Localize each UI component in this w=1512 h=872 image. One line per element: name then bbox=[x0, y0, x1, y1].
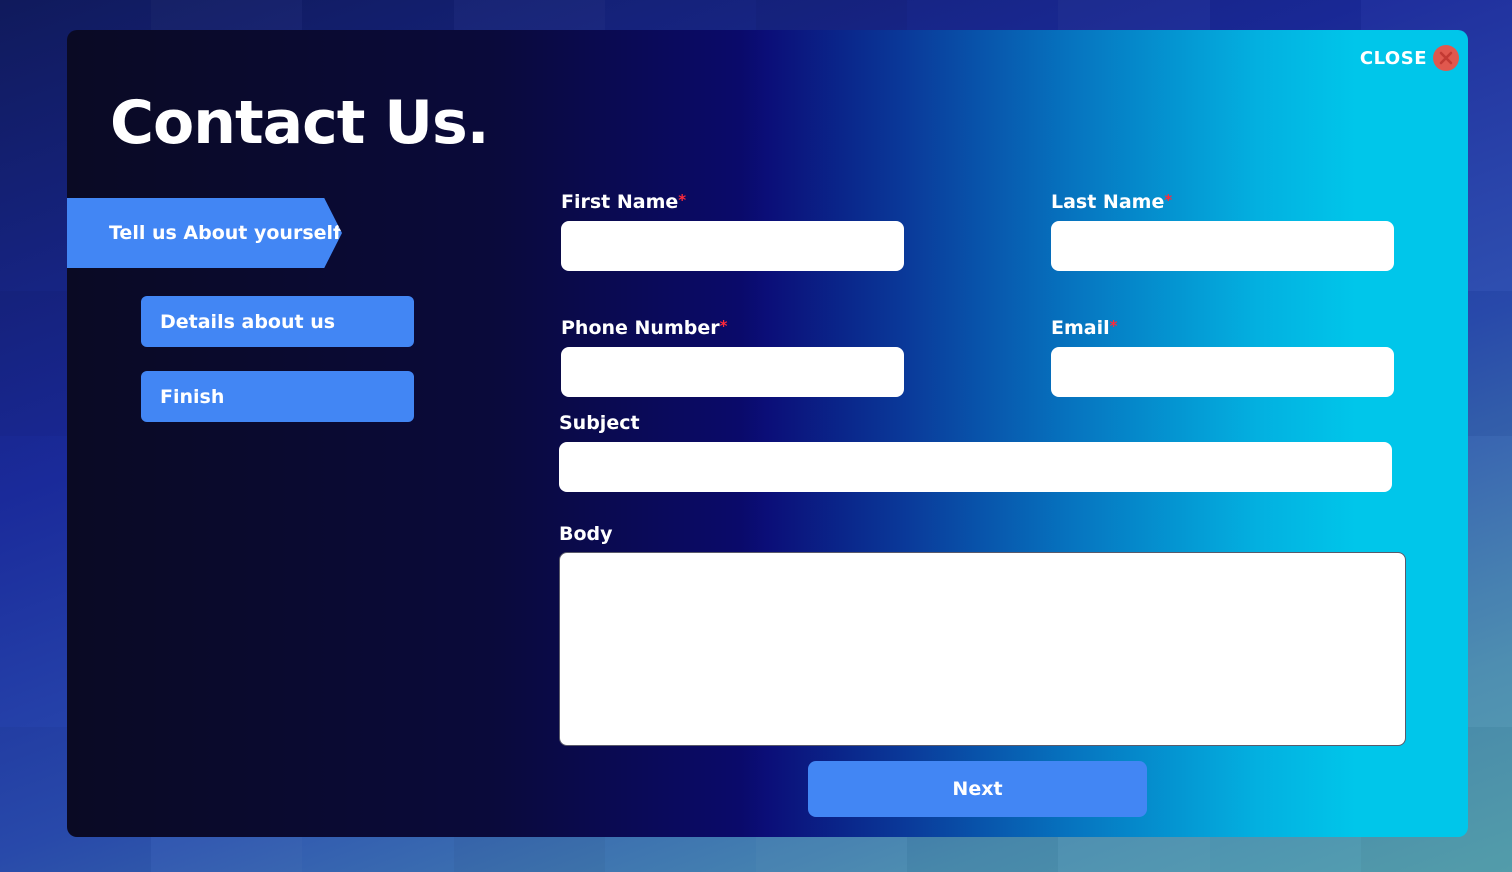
body-label: Body bbox=[559, 523, 613, 545]
close-circle-icon[interactable] bbox=[1433, 45, 1459, 71]
contact-dialog: CLOSE Contact Us. Tell us About yourself… bbox=[67, 30, 1468, 837]
step-label: Finish bbox=[160, 385, 225, 408]
required-marker: * bbox=[1164, 191, 1173, 209]
last-name-field[interactable] bbox=[1051, 221, 1394, 271]
step-finish[interactable]: Finish bbox=[141, 371, 414, 422]
required-marker: * bbox=[1109, 317, 1118, 335]
email-field[interactable] bbox=[1051, 347, 1394, 397]
close-button[interactable]: CLOSE bbox=[1360, 45, 1459, 71]
step-tell-us-about-yourself[interactable]: Tell us About yourself bbox=[67, 198, 342, 268]
close-label: CLOSE bbox=[1359, 47, 1427, 69]
next-button[interactable]: Next bbox=[808, 761, 1147, 817]
required-marker: * bbox=[719, 317, 728, 335]
body-textarea[interactable] bbox=[559, 552, 1406, 746]
subject-field[interactable] bbox=[559, 442, 1392, 492]
step-label: Tell us About yourself bbox=[109, 222, 342, 244]
step-label: Details about us bbox=[160, 310, 336, 333]
page-title: Contact Us. bbox=[110, 88, 490, 158]
email-label: Email* bbox=[1051, 317, 1118, 339]
phone-number-field[interactable] bbox=[561, 347, 904, 397]
step-details-about-us[interactable]: Details about us bbox=[141, 296, 414, 347]
first-name-label: First Name* bbox=[561, 191, 687, 213]
phone-number-label: Phone Number* bbox=[561, 317, 728, 339]
last-name-label: Last Name* bbox=[1051, 191, 1173, 213]
subject-label: Subject bbox=[559, 412, 640, 434]
first-name-field[interactable] bbox=[561, 221, 904, 271]
required-marker: * bbox=[678, 191, 687, 209]
